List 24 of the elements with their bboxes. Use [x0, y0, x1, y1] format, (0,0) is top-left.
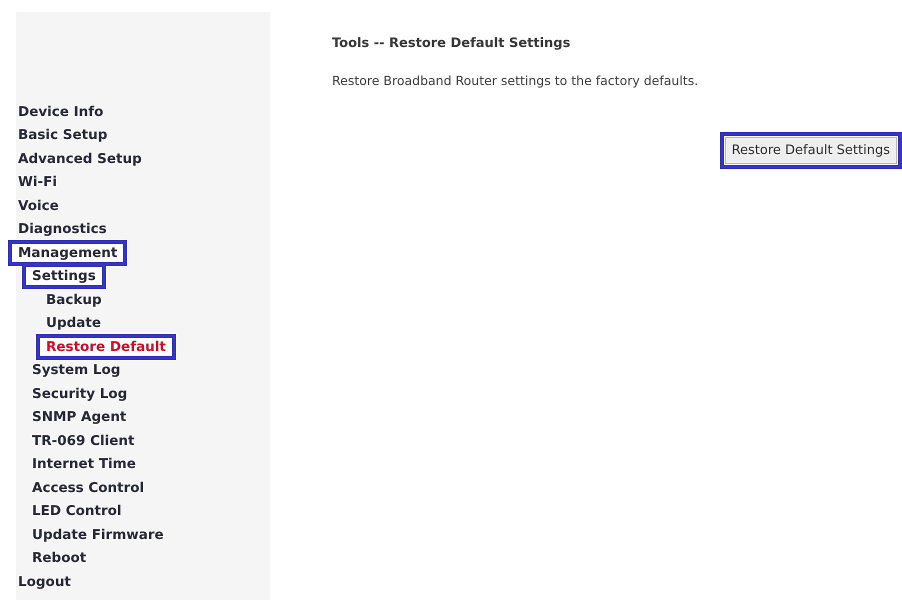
nav-link[interactable]: Update Firmware: [22, 522, 174, 548]
nav-link[interactable]: Internet Time: [22, 451, 146, 478]
nav-link[interactable]: Security Log: [22, 380, 138, 407]
page-title: Tools -- Restore Default Settings: [332, 36, 572, 51]
nav-link[interactable]: System Log: [22, 357, 130, 384]
nav-link[interactable]: Update: [36, 310, 112, 336]
nav-link[interactable]: Diagnostics: [8, 216, 117, 242]
nav-link[interactable]: Access Control: [22, 474, 154, 501]
description-text: Restore Broadband Router settings to the factory defaults.: [332, 73, 700, 88]
nav-link[interactable]: SNMP Agent: [22, 404, 136, 430]
nav-link[interactable]: Settings: [22, 263, 106, 290]
nav-link[interactable]: Advanced Setup: [8, 146, 152, 172]
nav-link[interactable]: Reboot: [22, 545, 96, 572]
nav-link[interactable]: Restore Default: [36, 334, 176, 360]
nav-link[interactable]: Backup: [36, 286, 112, 313]
nav-link[interactable]: Device Info: [8, 98, 114, 125]
nav-link[interactable]: Management: [8, 240, 128, 266]
nav-link[interactable]: LED Control: [22, 498, 132, 524]
nav-link[interactable]: Wi-Fi: [8, 169, 67, 196]
nav-link[interactable]: TR-069 Client: [22, 428, 144, 454]
nav-link[interactable]: Basic Setup: [8, 122, 118, 148]
nav-link[interactable]: Logout: [8, 568, 81, 595]
restore-defaults-button[interactable]: Restore Default Settings: [724, 137, 897, 164]
nav-link[interactable]: Voice: [8, 192, 69, 219]
